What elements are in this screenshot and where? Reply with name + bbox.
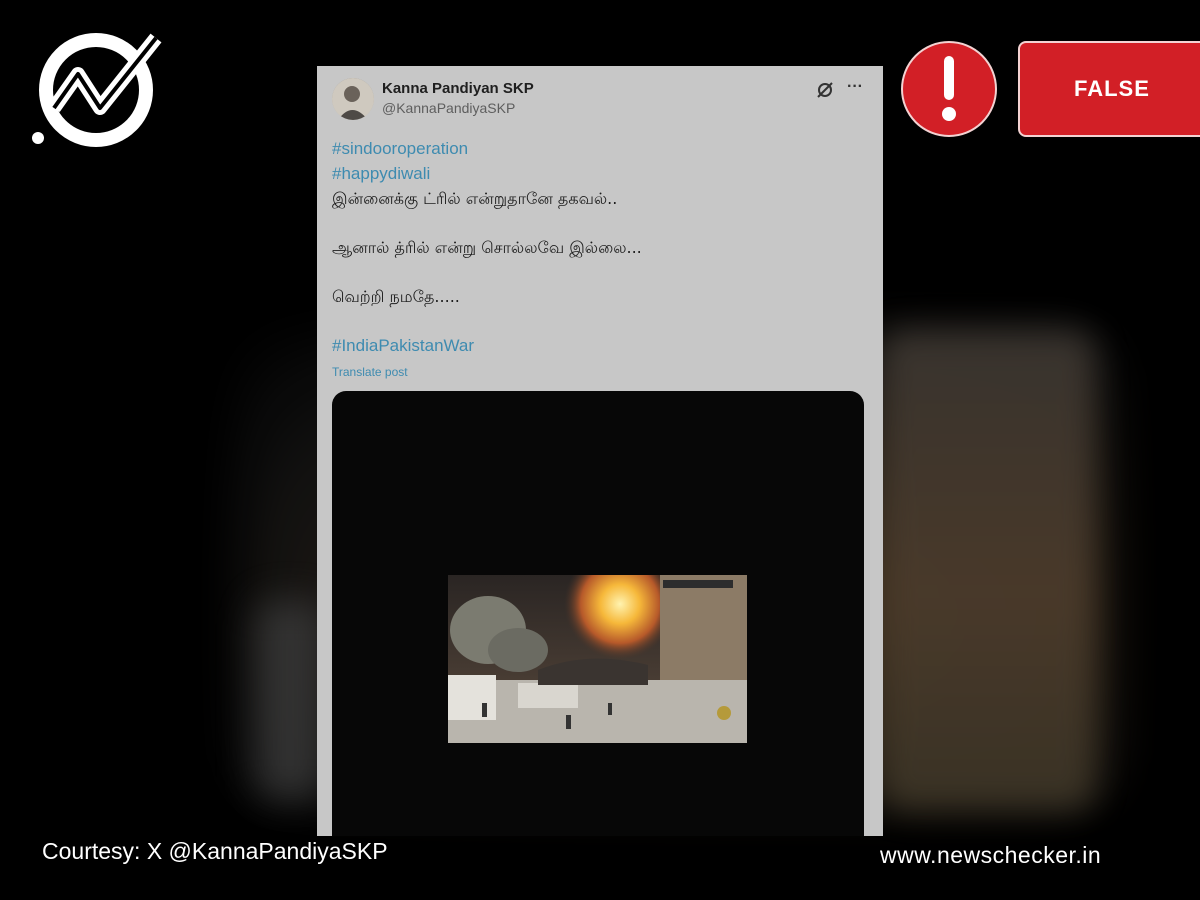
newschecker-logo-icon: [28, 30, 168, 152]
avatar[interactable]: [332, 78, 374, 120]
verdict-badge: FALSE: [1018, 41, 1200, 137]
tweet-line: ஆனால் த்ரில் என்று சொல்லவே இல்லை...: [332, 238, 642, 257]
verdict-label: FALSE: [1074, 76, 1150, 101]
exclamation-icon: [942, 56, 956, 121]
tweet-card: Kanna Pandiyan SKP @KannaPandiyaSKP ··· …: [317, 66, 883, 836]
background-blur-right: [880, 330, 1095, 810]
tweet-text: #sindooroperation #happydiwali இன்னைக்கு…: [332, 136, 862, 385]
alert-icon: [901, 41, 997, 137]
tweet-line: இன்னைக்கு ட்ரில் என்றுதானே தகவல்..: [332, 189, 618, 208]
more-options-icon[interactable]: ···: [844, 76, 866, 98]
site-url: www.newschecker.in: [880, 842, 1102, 868]
tweet-line: வெற்றி நமதே.....: [332, 287, 460, 306]
background-blur-left: [255, 600, 325, 800]
hashtag-link[interactable]: #sindooroperation: [332, 136, 862, 161]
video-thumbnail: [448, 575, 747, 743]
hashtag-link[interactable]: #IndiaPakistanWar: [332, 333, 862, 358]
user-handle[interactable]: @KannaPandiyaSKP: [382, 100, 515, 116]
translate-post-link[interactable]: Translate post: [332, 360, 862, 385]
courtesy-credit: Courtesy: X @KannaPandiyaSKP: [42, 838, 388, 864]
video-player[interactable]: [332, 391, 864, 836]
grok-icon[interactable]: [815, 80, 835, 100]
display-name[interactable]: Kanna Pandiyan SKP: [382, 80, 534, 97]
hashtag-link[interactable]: #happydiwali: [332, 161, 862, 186]
